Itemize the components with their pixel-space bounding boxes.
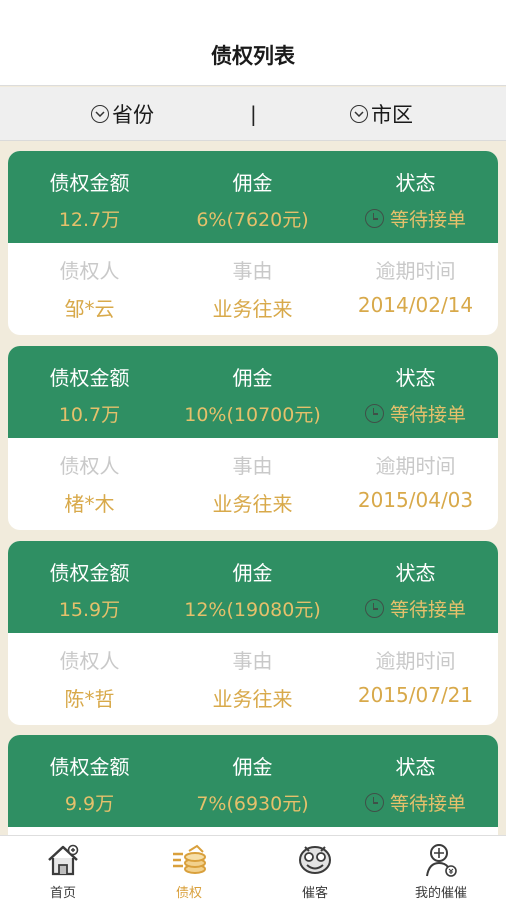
tab-profile[interactable]: 我的催催 — [378, 836, 504, 900]
card-header: 债权金额 佣金 状态 10.7万 10%(10700元) 等待接单 — [8, 346, 498, 438]
reason-value: 业务往来 — [212, 492, 293, 516]
province-filter[interactable]: 省份 — [91, 87, 154, 141]
reason-value: 业务往来 — [212, 297, 293, 321]
clock-icon — [364, 793, 384, 812]
amount-header: 债权金额 — [49, 561, 130, 585]
status-value: 等待接单 — [334, 400, 497, 427]
overdue-value: 2015/07/21 — [357, 683, 474, 707]
status-header: 状态 — [395, 755, 436, 779]
tab-collectors[interactable]: 催客 — [252, 836, 378, 900]
reason-label: 事由 — [232, 454, 273, 478]
status-value: 等待接单 — [334, 789, 497, 816]
overdue-label: 逾期时间 — [375, 454, 456, 478]
amount-value: 15.9万 — [58, 599, 121, 621]
creditor-label: 债权人 — [59, 259, 120, 283]
filter-divider: | — [250, 102, 257, 126]
amount-value: 9.9万 — [64, 793, 115, 815]
amount-value: 12.7万 — [58, 209, 121, 231]
creditor-label: 债权人 — [59, 649, 120, 673]
creditor-label: 债权人 — [59, 454, 120, 478]
commission-value: 10%(10700元) — [184, 404, 321, 426]
reason-value: 业务往来 — [212, 687, 293, 711]
commission-header: 佣金 — [232, 366, 273, 390]
profile-icon — [426, 844, 457, 877]
city-filter[interactable]: 市区 — [350, 87, 413, 141]
reason-label: 事由 — [232, 259, 273, 283]
tab-bar: 首页 债权 催客 我的催催 — [0, 835, 506, 900]
scallop-edge — [9, 827, 493, 831]
tab-home[interactable]: 首页 — [0, 836, 126, 900]
status-header: 状态 — [395, 366, 436, 390]
commission-header: 佣金 — [232, 561, 273, 585]
filter-bar: 省份 | 市区 — [0, 87, 506, 141]
collector-icon — [299, 846, 331, 874]
clock-icon — [364, 209, 384, 228]
debt-list[interactable]: 债权金额 佣金 状态 12.7万 6%(7620元) 等待接单 债权人 事由 逾… — [0, 142, 506, 835]
chevron-down-icon — [91, 105, 109, 123]
status-text: 等待接单 — [389, 404, 466, 426]
debt-card[interactable]: 债权金额 佣金 状态 12.7万 6%(7620元) 等待接单 债权人 事由 逾… — [8, 151, 498, 335]
status-text: 等待接单 — [389, 793, 466, 815]
scallop-edge — [9, 438, 493, 442]
tab-debts[interactable]: 债权 — [126, 836, 252, 900]
scallop-edge — [9, 633, 493, 637]
header: 债权列表 — [0, 0, 506, 86]
city-filter-label: 市区 — [371, 103, 413, 127]
tab-collectors-label: 催客 — [301, 886, 328, 900]
commission-value: 6%(7620元) — [196, 209, 309, 231]
commission-value: 7%(6930元) — [196, 793, 309, 815]
commission-header: 佣金 — [232, 755, 273, 779]
amount-header: 债权金额 — [49, 366, 130, 390]
amount-header: 债权金额 — [49, 171, 130, 195]
tab-home-label: 首页 — [49, 886, 76, 900]
card-header: 债权金额 佣金 状态 12.7万 6%(7620元) 等待接单 — [8, 151, 498, 243]
commission-header: 佣金 — [232, 171, 273, 195]
creditor-value: 楮*木 — [64, 492, 115, 516]
creditor-value: 邹*云 — [64, 297, 115, 321]
debt-card[interactable]: 债权金额 佣金 状态 15.9万 12%(19080元) 等待接单 债权人 事由… — [8, 541, 498, 725]
coins-icon — [173, 844, 206, 874]
creditor-value: 陈*哲 — [64, 687, 115, 711]
status-value: 等待接单 — [334, 205, 497, 232]
tab-debts-label: 债权 — [175, 886, 202, 900]
status-header: 状态 — [395, 561, 436, 585]
debt-card[interactable]: 债权金额 佣金 状态 9.9万 7%(6930元) 等待接单 — [8, 735, 498, 835]
status-header: 状态 — [395, 171, 436, 195]
overdue-value: 2015/04/03 — [357, 488, 474, 512]
clock-icon — [364, 599, 384, 618]
debt-card[interactable]: 债权金额 佣金 状态 10.7万 10%(10700元) 等待接单 债权人 事由… — [8, 346, 498, 530]
scallop-edge — [9, 243, 493, 247]
home-icon — [48, 844, 79, 876]
clock-icon — [364, 404, 384, 423]
card-header: 债权金额 佣金 状态 15.9万 12%(19080元) 等待接单 — [8, 541, 498, 633]
overdue-label: 逾期时间 — [375, 649, 456, 673]
amount-header: 债权金额 — [49, 755, 130, 779]
status-text: 等待接单 — [389, 599, 466, 621]
status-text: 等待接单 — [389, 209, 466, 231]
commission-value: 12%(19080元) — [184, 599, 321, 621]
overdue-value: 2014/02/14 — [357, 293, 474, 317]
status-value: 等待接单 — [334, 595, 497, 622]
amount-value: 10.7万 — [58, 404, 121, 426]
card-header: 债权金额 佣金 状态 9.9万 7%(6930元) 等待接单 — [8, 735, 498, 827]
province-filter-label: 省份 — [112, 103, 154, 127]
page-title: 债权列表 — [211, 44, 295, 68]
reason-label: 事由 — [232, 649, 273, 673]
overdue-label: 逾期时间 — [375, 259, 456, 283]
chevron-down-icon — [350, 105, 368, 123]
tab-profile-label: 我的催催 — [414, 886, 467, 900]
